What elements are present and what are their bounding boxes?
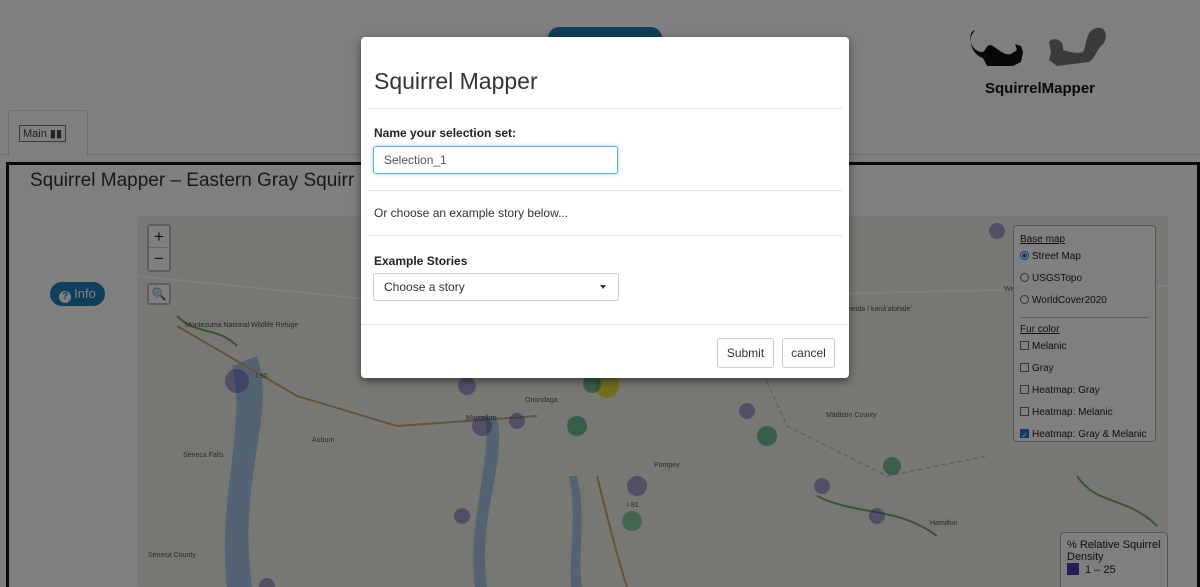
name-field-label: Name your selection set: [374, 126, 517, 140]
story-select-value: Choose a story [384, 280, 465, 294]
chevron-down-icon [600, 285, 606, 289]
selection-name-input[interactable]: Selection_1 [373, 146, 618, 174]
divider [368, 190, 842, 191]
cancel-button[interactable]: cancel [782, 338, 835, 368]
modal-title: Squirrel Mapper [374, 68, 538, 94]
example-hint: Or choose an example story below... [374, 206, 569, 220]
stories-label: Example Stories [374, 254, 468, 268]
footer-divider [361, 324, 849, 325]
selection-modal: Squirrel Mapper Name your selection set:… [361, 37, 849, 378]
divider [368, 108, 842, 109]
divider [368, 235, 842, 236]
story-select[interactable]: Choose a story [373, 273, 619, 301]
submit-button[interactable]: Submit [717, 338, 774, 368]
